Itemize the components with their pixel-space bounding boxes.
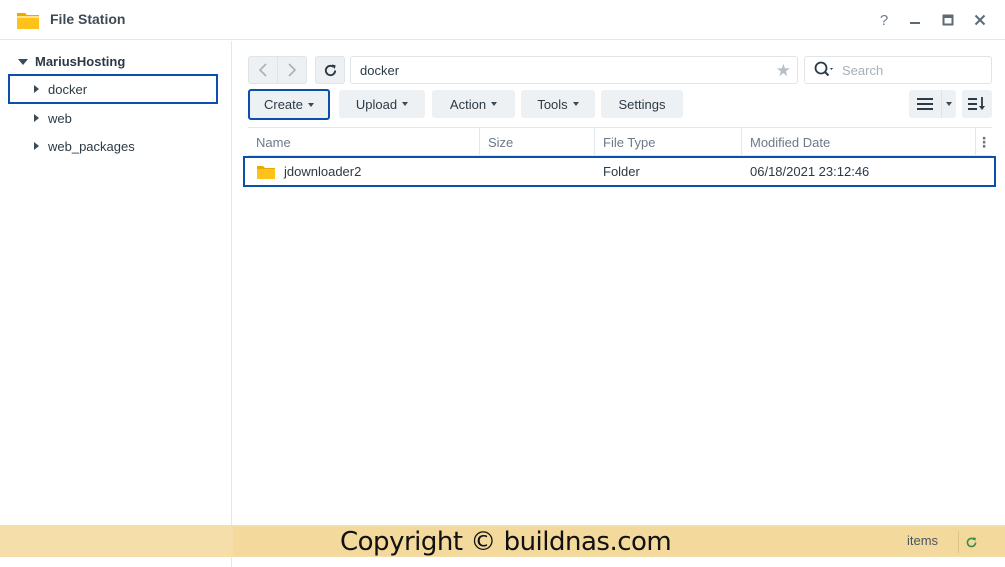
caret-right-icon[interactable] [34,142,39,150]
help-button[interactable]: ? [874,10,894,30]
sidebar-divider [231,557,232,567]
file-name: jdownloader2 [284,164,362,179]
view-mode-dropdown[interactable] [941,90,956,118]
copyright-watermark: Copyright © buildnas.com [340,526,672,557]
dropdown-arrow-icon [308,102,315,107]
tree-item-web-packages[interactable]: web_packages [8,131,218,161]
chevron-right-icon [288,63,297,77]
path-text: docker [360,62,400,78]
column-header-name[interactable]: Name [248,128,480,156]
action-button[interactable]: Action [432,90,515,118]
search-box[interactable] [804,56,992,84]
minimize-icon [910,22,920,24]
dropdown-arrow-icon [491,102,498,106]
search-input[interactable] [842,62,982,78]
title-bar: File Station ? [0,0,1005,40]
column-header-modified-date[interactable]: Modified Date [742,128,976,156]
cell-modified-date: 06/18/2021 23:12:46 [750,164,870,179]
column-header-file-type[interactable]: File Type [595,128,742,156]
column-options-icon[interactable]: ⋮ [976,128,992,156]
upload-button[interactable]: Upload [339,90,425,118]
dropdown-arrow-icon [402,102,409,106]
close-icon [974,14,986,26]
cell-file-type: Folder [603,164,640,179]
folder-tree-sidebar: MariusHosting docker web web_packages [0,41,232,526]
maximize-button[interactable] [938,10,958,30]
tree-item-docker[interactable]: docker [8,74,218,104]
tree-item-label: web [48,110,72,126]
refresh-button[interactable] [315,56,345,84]
settings-button[interactable]: Settings [601,90,683,118]
list-view-icon [917,98,933,110]
star-icon[interactable]: ★ [776,61,791,81]
window-title: File Station [50,11,126,27]
refresh-icon [324,63,336,76]
close-button[interactable] [970,10,990,30]
sort-button[interactable] [962,90,992,118]
tools-button[interactable]: Tools [521,90,595,118]
dropdown-arrow-icon [572,102,579,106]
dropdown-arrow-icon [946,102,952,106]
create-button[interactable]: Create [248,89,330,120]
folder-app-icon [17,13,39,29]
caret-right-icon[interactable] [34,85,39,93]
refresh-icon [966,536,977,547]
tree-item-label: docker [48,81,88,97]
upload-label: Upload [355,96,398,112]
tree-root-mariushosting[interactable]: MariusHosting [18,54,125,69]
maximize-icon [942,14,954,26]
create-label: Create [263,97,304,112]
forward-button[interactable] [277,56,307,84]
search-icon[interactable] [814,60,836,80]
list-view-button[interactable] [909,90,941,118]
folder-icon [257,165,275,179]
sort-icon [968,97,985,110]
path-bar[interactable]: docker ★ [350,56,798,84]
caret-right-icon[interactable] [34,114,39,122]
table-row[interactable]: jdownloader2 Folder 06/18/2021 23:12:46 [243,156,996,187]
back-button[interactable] [248,56,278,84]
status-refresh-button[interactable] [958,531,984,553]
column-header-size[interactable]: Size [480,128,595,156]
action-label: Action [449,96,487,112]
chevron-left-icon [258,63,267,77]
tree-root-label: MariusHosting [35,54,126,69]
items-count-label: items [907,533,939,548]
file-table-header: Name Size File Type Modified Date ⋮ [248,127,992,156]
settings-label: Settings [618,96,666,112]
bottom-strip [0,557,1005,567]
minimize-button[interactable] [905,10,925,30]
caret-down-icon [18,58,28,65]
tree-item-label: web_packages [48,138,135,154]
tree-item-web[interactable]: web [8,103,218,133]
cell-name: jdownloader2 [257,158,361,185]
tools-label: Tools [537,96,568,112]
